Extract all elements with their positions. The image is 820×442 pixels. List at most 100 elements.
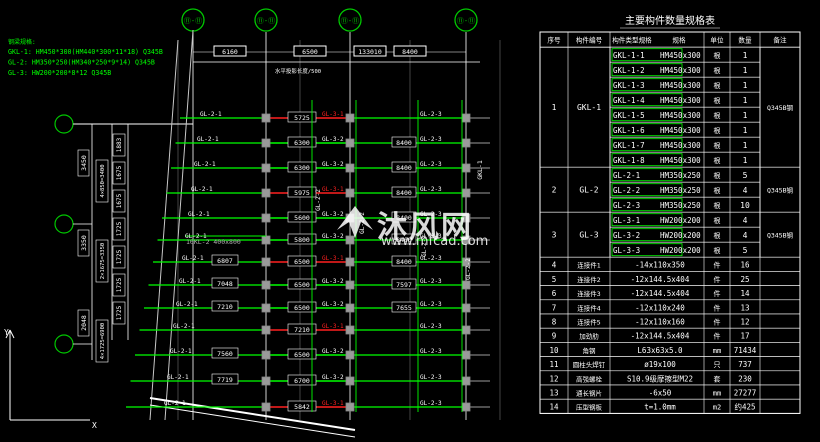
beam-label: GL-2-1: [167, 374, 189, 381]
row-qty: 27277: [734, 389, 757, 398]
row-qty: 230: [738, 374, 752, 383]
row-dim-label: 5600: [294, 214, 310, 222]
column-node: [461, 402, 471, 412]
table-header-cell: 单位: [710, 36, 724, 45]
dim-label: 6500: [302, 48, 318, 56]
row-no: 14: [549, 403, 559, 412]
qty-label: 1: [743, 156, 748, 165]
code-label: GKL-1-1: [613, 51, 645, 60]
row-qty: 12: [740, 318, 749, 327]
column-node: [461, 188, 471, 198]
row-no: 5: [552, 275, 557, 284]
left-span-dim: 4×1725=6900: [100, 323, 106, 359]
row-qty: 71434: [734, 346, 757, 355]
left-big-dim: 3450: [80, 155, 88, 171]
beam-label: GL-2-1: [170, 348, 192, 355]
beam-label: GL-3-2: [322, 278, 344, 285]
spec-label: HM450x300: [660, 126, 701, 135]
row-name: 通长钢片: [576, 389, 602, 398]
left-dim-label: 6807: [217, 257, 233, 265]
row-dim-label: 6700: [294, 377, 310, 385]
vertical-beam-label: GL-2-2: [315, 189, 322, 211]
row-unit: 件: [714, 275, 721, 284]
row-spec: ø19x100: [644, 360, 676, 369]
row-dim-label: 6300: [294, 139, 310, 147]
beam-label: GL-2-1: [182, 255, 204, 262]
beam-label: GL-2-3: [420, 136, 442, 143]
row-unit: 件: [714, 332, 721, 341]
beam-label: GL-2-3: [420, 186, 442, 193]
cad-drawing-canvas[interactable]: ⑪-⑪ ⑪-⑪ ⑪-⑪ ⑪-⑪ 6160 6500 133010 8400 水平投影长度/500…: [0, 0, 820, 442]
unit-label: 根: [714, 186, 721, 195]
group-no: 3: [552, 231, 557, 240]
column-node: [461, 163, 471, 173]
column-node: [461, 138, 471, 148]
column-node: [261, 303, 271, 313]
right-dim-label: 8400: [396, 139, 412, 147]
row-name: 连接件3: [577, 289, 601, 298]
qty-label: 1: [743, 96, 748, 105]
left-col-dim: 1725: [116, 277, 123, 292]
column-node: [261, 257, 271, 267]
row-no: 7: [552, 303, 557, 312]
axis-bubble-left: [54, 114, 74, 134]
group-name: GL-2: [579, 186, 598, 195]
row-qty: 17: [740, 332, 749, 341]
left-big-dim: 2048: [80, 315, 88, 331]
spec-label: HW200x200: [660, 216, 701, 225]
legend-heading: 钢梁规格:: [8, 38, 36, 46]
column-node: [461, 325, 471, 335]
column-node: [461, 113, 471, 123]
left-dim-label: 7560: [217, 350, 233, 358]
beam-label: GL-3-2: [322, 161, 344, 168]
beam-label: GL-3-1: [322, 255, 344, 262]
dim-label: 133010: [358, 48, 382, 56]
row-dim-label: 5975: [294, 189, 310, 197]
column-node: [345, 213, 355, 223]
column-node: [261, 113, 271, 123]
code-label: GL-2-2: [613, 186, 640, 195]
left-dim-label: 7210: [217, 303, 233, 311]
right-dim-label: 7597: [396, 281, 412, 289]
spec-label: HM450x300: [660, 111, 701, 120]
column-node: [461, 235, 471, 245]
unit-label: 根: [714, 216, 721, 225]
left-col-dim: 1675: [116, 193, 123, 208]
ucs-y-label: Y: [4, 328, 9, 337]
beam-label: GL-3-1: [322, 111, 344, 118]
group-note: Q345B钢: [767, 232, 794, 240]
left-dim-label: 7048: [217, 280, 233, 288]
row-unit: 件: [714, 289, 721, 298]
row-name: 连接件4: [577, 303, 601, 312]
row-no: 8: [552, 318, 557, 327]
row-spec: -12x144.5x404: [631, 332, 690, 341]
code-label: GKL-1-6: [613, 126, 645, 135]
beam-label: GL-2-3: [420, 278, 442, 285]
legend-line: GL-2: HM350*250(HM340*250*9*14) Q345B: [8, 59, 155, 67]
spec-label: HM350x250: [660, 186, 701, 195]
qty-label: 4: [743, 216, 748, 225]
column-node: [461, 303, 471, 313]
code-label: GL-3-2: [613, 231, 640, 240]
column-node: [345, 188, 355, 198]
code-label: GL-3-3: [613, 246, 640, 255]
spec-label: HM450x300: [660, 96, 701, 105]
left-span-dim: 2×1675=3350: [100, 243, 106, 279]
unit-label: 根: [714, 171, 721, 180]
code-label: GKL-1-7: [613, 141, 645, 150]
axis-bubble-label: ⑪-⑪: [184, 17, 202, 25]
beam-label: GL-3-2: [322, 211, 344, 218]
group-note: Q345B钢: [767, 104, 794, 112]
code-label: GKL-1-4: [613, 96, 645, 105]
column-node: [345, 280, 355, 290]
vertical-beam-label: GL-2-2: [359, 212, 366, 234]
table-header-cell: 构件编号: [576, 36, 603, 45]
beam-label: GL-2-3: [420, 211, 442, 218]
code-label: GKL-1-2: [613, 66, 645, 75]
beam-label: GL-2-3: [420, 348, 442, 355]
row-dim-label: 6500: [294, 304, 310, 312]
left-dim-label: 7719: [217, 376, 233, 384]
unit-label: 根: [714, 231, 721, 240]
column-node: [461, 350, 471, 360]
column-node: [345, 113, 355, 123]
